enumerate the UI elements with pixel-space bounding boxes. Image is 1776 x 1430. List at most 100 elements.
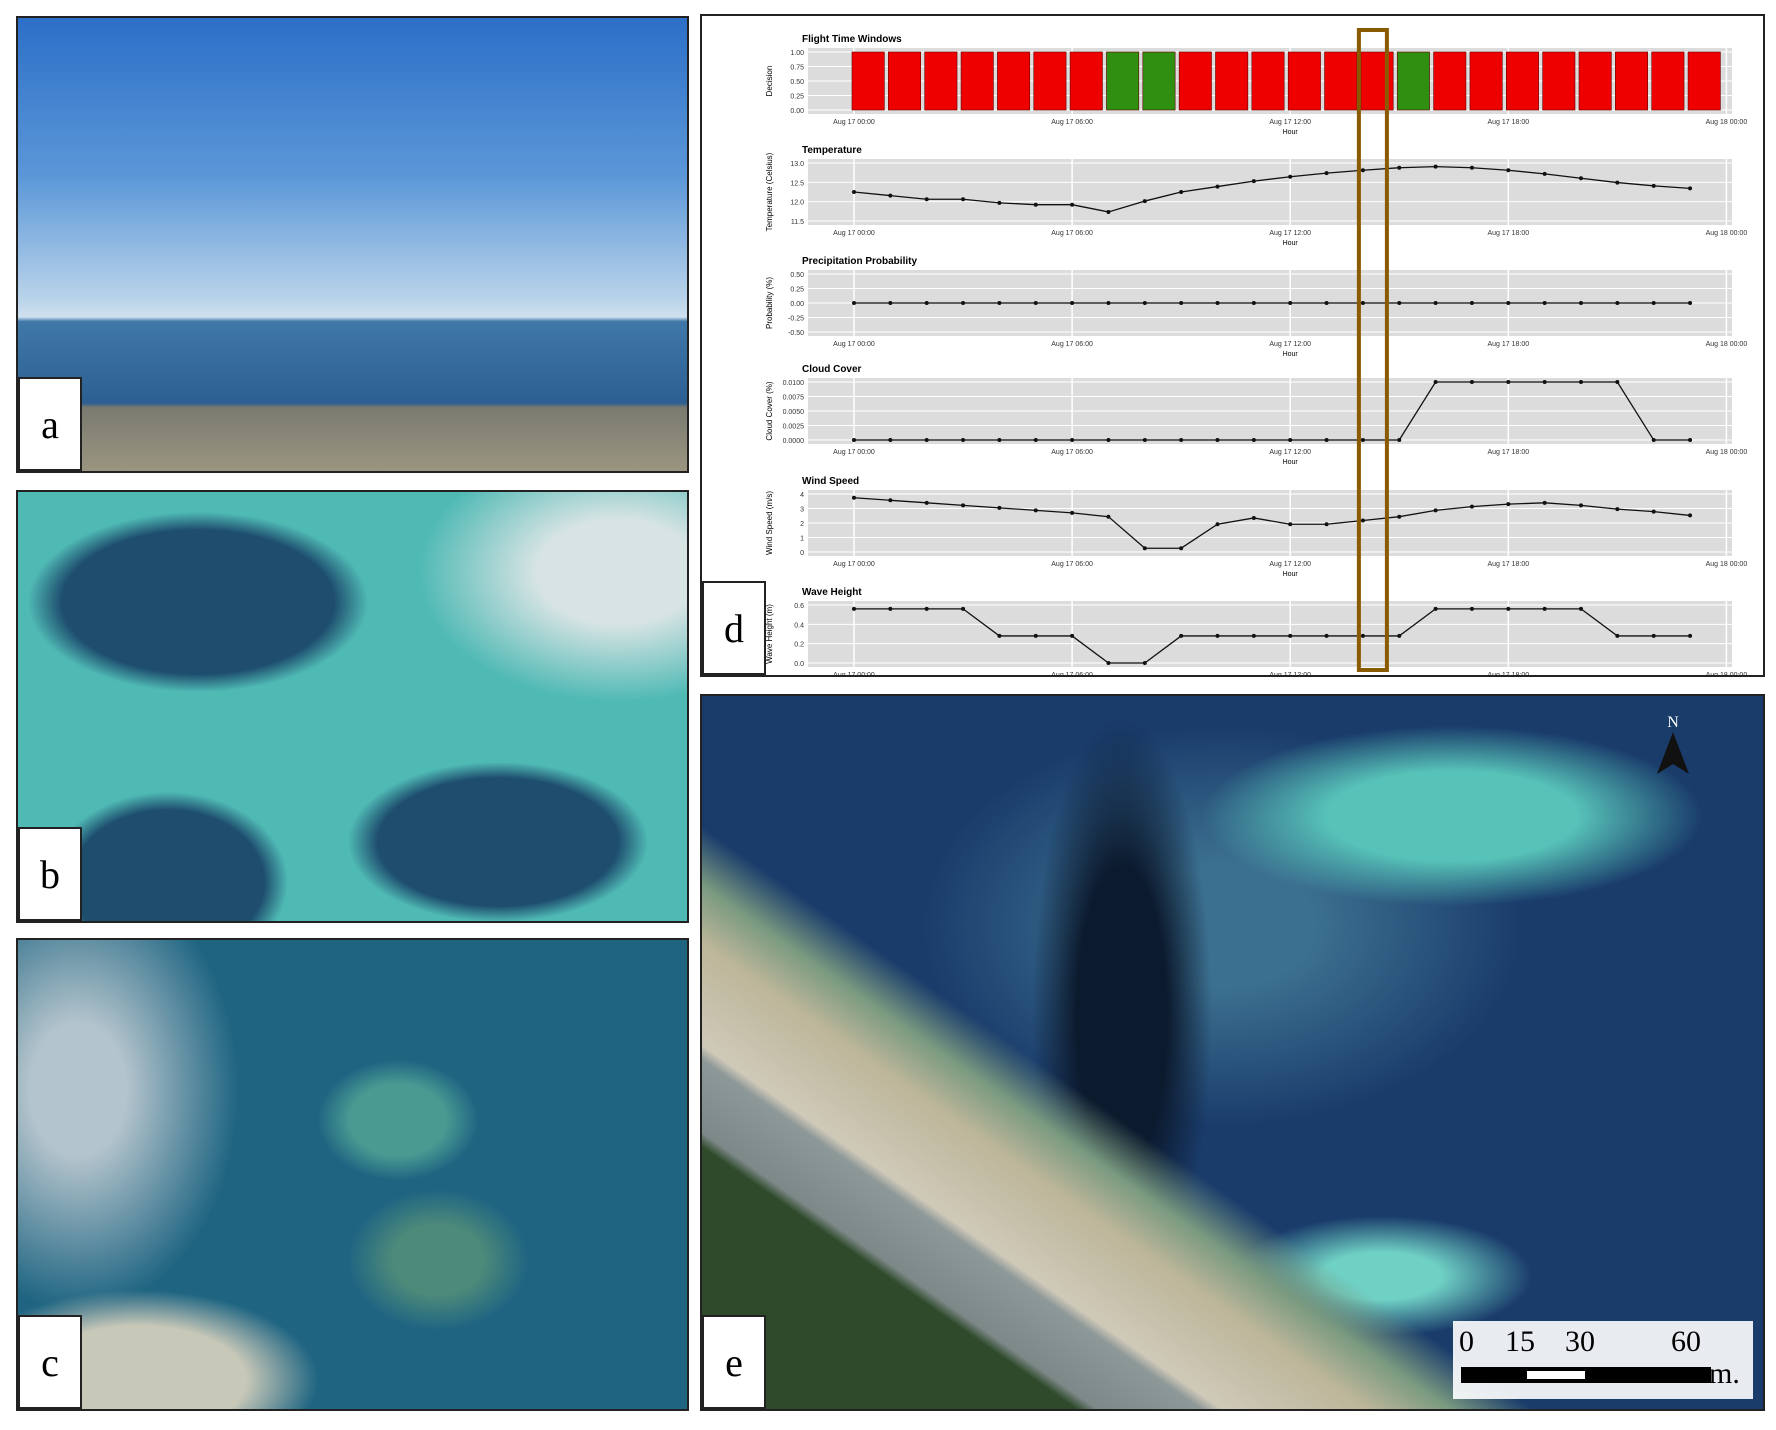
data-point	[852, 438, 856, 442]
y-tick-label: 0.25	[790, 94, 804, 101]
data-point	[1433, 508, 1438, 513]
data-point	[997, 200, 1002, 205]
y-tick-label: 0.2	[794, 642, 804, 649]
data-point	[1288, 301, 1293, 305]
data-point	[1433, 164, 1438, 169]
y-tick-label: 0.0025	[783, 424, 805, 431]
x-tick-label: Aug 17 18:00	[1487, 119, 1529, 126]
data-point	[1324, 171, 1329, 176]
data-point	[924, 500, 929, 505]
x-axis-label: Hour	[1283, 459, 1299, 466]
data-point	[888, 438, 893, 442]
data-point	[1142, 438, 1147, 442]
data-point	[1070, 202, 1075, 207]
data-point	[1179, 190, 1184, 194]
no-go-bar	[1178, 51, 1212, 111]
data-point	[1033, 438, 1038, 442]
x-tick-label: Aug 17 12:00	[1269, 449, 1311, 456]
data-point	[1033, 633, 1038, 638]
scale-tick-30: 30	[1565, 1325, 1595, 1358]
data-point	[1579, 503, 1583, 508]
y-axis-label: Decision	[765, 66, 774, 97]
y-tick-label: 0.00	[790, 301, 804, 308]
x-tick-label: Aug 17 12:00	[1269, 119, 1311, 126]
y-tick-label: 0.50	[790, 272, 804, 279]
y-tick-label: 11.5	[791, 219, 804, 226]
data-point	[961, 503, 966, 508]
scale-tick-15: 15	[1505, 1325, 1535, 1358]
data-point	[1215, 301, 1220, 305]
data-point	[1142, 199, 1147, 204]
no-go-bar	[1542, 51, 1576, 111]
data-point	[852, 606, 856, 611]
data-point	[1215, 438, 1220, 442]
data-point	[1542, 606, 1547, 611]
go-bar	[1106, 51, 1140, 111]
data-point	[997, 633, 1002, 638]
data-point	[1651, 301, 1656, 305]
photo-aerial-seagrass-1: b	[16, 490, 689, 923]
data-point	[1615, 633, 1620, 638]
x-tick-label: Aug 18 00:00	[1706, 119, 1748, 126]
data-point	[1106, 301, 1111, 305]
photo-aerial-seagrass-2: c	[16, 938, 689, 1411]
chart-title: Wave Height	[802, 587, 862, 598]
data-point	[1251, 438, 1256, 442]
x-tick-label: Aug 17 00:00	[833, 341, 875, 348]
orthomosaic-map: N 0 15 30 60 m. e	[700, 694, 1765, 1411]
data-point	[1542, 301, 1547, 305]
data-point	[1070, 510, 1075, 515]
y-tick-label: 0.0000	[783, 438, 805, 445]
data-point	[1579, 301, 1583, 305]
y-tick-label: 0.0100	[783, 380, 805, 387]
data-point	[1397, 165, 1402, 170]
data-point	[1397, 514, 1402, 519]
x-tick-label: Aug 17 06:00	[1051, 449, 1093, 456]
data-point	[1360, 168, 1365, 173]
panel-label-d: d	[702, 581, 766, 675]
data-point	[1433, 301, 1438, 305]
data-point	[1324, 301, 1329, 305]
scale-bar: 0 15 30 60 m.	[1453, 1321, 1753, 1399]
no-go-bar	[1033, 51, 1067, 111]
data-point	[888, 498, 893, 503]
x-tick-label: Aug 17 00:00	[833, 672, 875, 675]
data-point	[1288, 633, 1293, 638]
data-point	[1360, 518, 1365, 523]
data-point	[1397, 438, 1402, 442]
y-tick-label: 0.25	[790, 287, 804, 294]
y-tick-label: -0.25	[788, 316, 804, 323]
data-point	[888, 193, 893, 198]
data-point	[1106, 438, 1111, 442]
panel-label-b: b	[18, 827, 82, 921]
scale-tick-0: 0	[1459, 1325, 1474, 1358]
y-tick-label: 0.0075	[783, 395, 805, 402]
y-tick-label: 0.0	[794, 661, 804, 668]
x-tick-label: Aug 18 00:00	[1706, 230, 1748, 237]
data-point	[1469, 504, 1474, 509]
data-point	[1142, 546, 1147, 551]
no-go-bar	[851, 51, 885, 111]
data-point	[1469, 301, 1474, 305]
no-go-bar	[1687, 51, 1721, 111]
data-point	[1215, 522, 1220, 527]
y-axis-label: Probability (%)	[765, 277, 774, 329]
x-axis-label: Hour	[1283, 351, 1299, 358]
data-point	[1142, 661, 1147, 665]
data-point	[997, 505, 1002, 510]
x-tick-label: Aug 17 00:00	[833, 449, 875, 456]
no-go-bar	[1324, 51, 1358, 111]
x-tick-label: Aug 17 12:00	[1269, 230, 1311, 237]
y-tick-label: 0.75	[790, 65, 804, 72]
y-tick-label: 1	[800, 536, 804, 543]
data-point	[1288, 174, 1293, 179]
no-go-bar	[1433, 51, 1467, 111]
data-point	[1579, 176, 1583, 181]
y-tick-label: 0.4	[794, 622, 804, 629]
data-point	[1469, 165, 1474, 170]
panel-label-c: c	[18, 1315, 82, 1409]
y-axis-label: Cloud Cover (%)	[765, 381, 774, 440]
x-tick-label: Aug 18 00:00	[1706, 672, 1748, 675]
data-point	[961, 606, 966, 611]
go-bar	[1396, 51, 1430, 111]
